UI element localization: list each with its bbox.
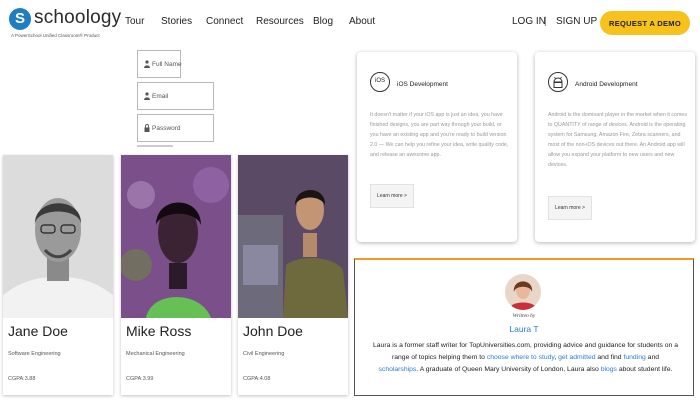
author-bio: Laura is a former staff writer for TopUn…: [373, 340, 678, 376]
profile-photo: [238, 155, 348, 318]
nav-stories[interactable]: Stories: [161, 16, 192, 27]
form-divider: [137, 145, 173, 147]
password-input[interactable]: [152, 121, 212, 135]
nav-resources[interactable]: Resources: [256, 16, 304, 27]
email-field[interactable]: [137, 82, 214, 110]
profile-card[interactable]: Mike Ross Mechanical Engineering CGPA:3.…: [121, 155, 231, 395]
android-development-card: Android Development Android is the domin…: [535, 52, 695, 242]
ios-icon-label: iOS: [374, 78, 385, 84]
logo-tagline: A PowerSchool Unified Classroom® Product: [11, 33, 100, 38]
profile-name: Jane Doe: [8, 323, 68, 339]
password-field[interactable]: [137, 114, 214, 142]
nav-about[interactable]: About: [349, 16, 375, 27]
bio-text: . A graduate of Queen Mary University of…: [416, 366, 601, 373]
profile-cgpa: CGPA:4.08: [243, 376, 271, 382]
request-demo-button[interactable]: REQUEST A DEMO: [600, 11, 690, 35]
funding-link[interactable]: funding: [623, 354, 645, 361]
profile-major: Mechanical Engineering: [126, 351, 185, 357]
android-description: Android is the dominant player in the ma…: [548, 112, 687, 168]
lock-icon: [144, 124, 150, 132]
user-icon: [144, 60, 150, 68]
ios-description: It doesn't matter if your iOS app is jus…: [370, 112, 509, 158]
nav-separator: |: [544, 16, 547, 27]
choose-where-to-study-link[interactable]: choose where to study: [487, 354, 555, 361]
ios-learn-more-button[interactable]: Learn more >: [370, 184, 414, 208]
full-name-field[interactable]: [137, 50, 212, 78]
profile-photo: [121, 155, 231, 318]
profile-cgpa: CGPA:3.99: [126, 376, 154, 382]
android-icon: [548, 72, 568, 92]
author-box: Written by Laura T Laura is a former sta…: [354, 258, 694, 396]
android-title: Android Development: [575, 81, 638, 88]
scholarships-link[interactable]: scholarships: [379, 366, 417, 373]
ios-icon: iOS: [370, 72, 390, 92]
ios-development-card: iOS iOS Development It doesn't matter if…: [357, 52, 517, 242]
written-by-label: Written by: [512, 313, 536, 319]
profile-name: Mike Ross: [126, 323, 192, 339]
author-avatar: [505, 274, 541, 310]
blogs-link[interactable]: blogs: [601, 366, 617, 373]
nav-tour[interactable]: Tour: [125, 16, 144, 27]
bio-text: about student life.: [616, 366, 673, 373]
site-header: S schoology A PowerSchool Unified Classr…: [0, 0, 700, 46]
logo-wordmark: schoology: [34, 7, 122, 28]
profile-card[interactable]: Jane Doe Software Engineering CGPA:3.88: [3, 155, 113, 395]
login-link[interactable]: LOG IN: [512, 16, 546, 27]
profile-card[interactable]: John Doe Civil Engineering CGPA:4.08: [238, 155, 348, 395]
profile-cgpa: CGPA:3.88: [8, 376, 36, 382]
schoology-logo-icon: S: [9, 8, 31, 30]
bio-text: and find: [595, 354, 624, 361]
profile-major: Civil Engineering: [243, 351, 285, 357]
full-name-input[interactable]: [152, 57, 212, 71]
android-robot-icon: [553, 76, 563, 88]
android-learn-more-button[interactable]: Learn more >: [548, 196, 592, 220]
profile-photo: [3, 155, 113, 318]
ios-title: iOS Development: [397, 81, 448, 88]
profile-name: John Doe: [243, 323, 303, 339]
email-input[interactable]: [152, 89, 212, 103]
profile-major: Software Engineering: [8, 351, 61, 357]
user-icon: [144, 92, 150, 100]
bio-text: and: [645, 354, 660, 361]
schoology-logo[interactable]: S schoology A PowerSchool Unified Classr…: [9, 7, 129, 40]
nav-blog[interactable]: Blog: [313, 16, 333, 27]
author-name[interactable]: Laura T: [355, 324, 693, 334]
signup-link[interactable]: SIGN UP: [556, 16, 597, 27]
get-admitted-link[interactable]: get admitted: [558, 354, 595, 361]
nav-connect[interactable]: Connect: [206, 16, 243, 27]
